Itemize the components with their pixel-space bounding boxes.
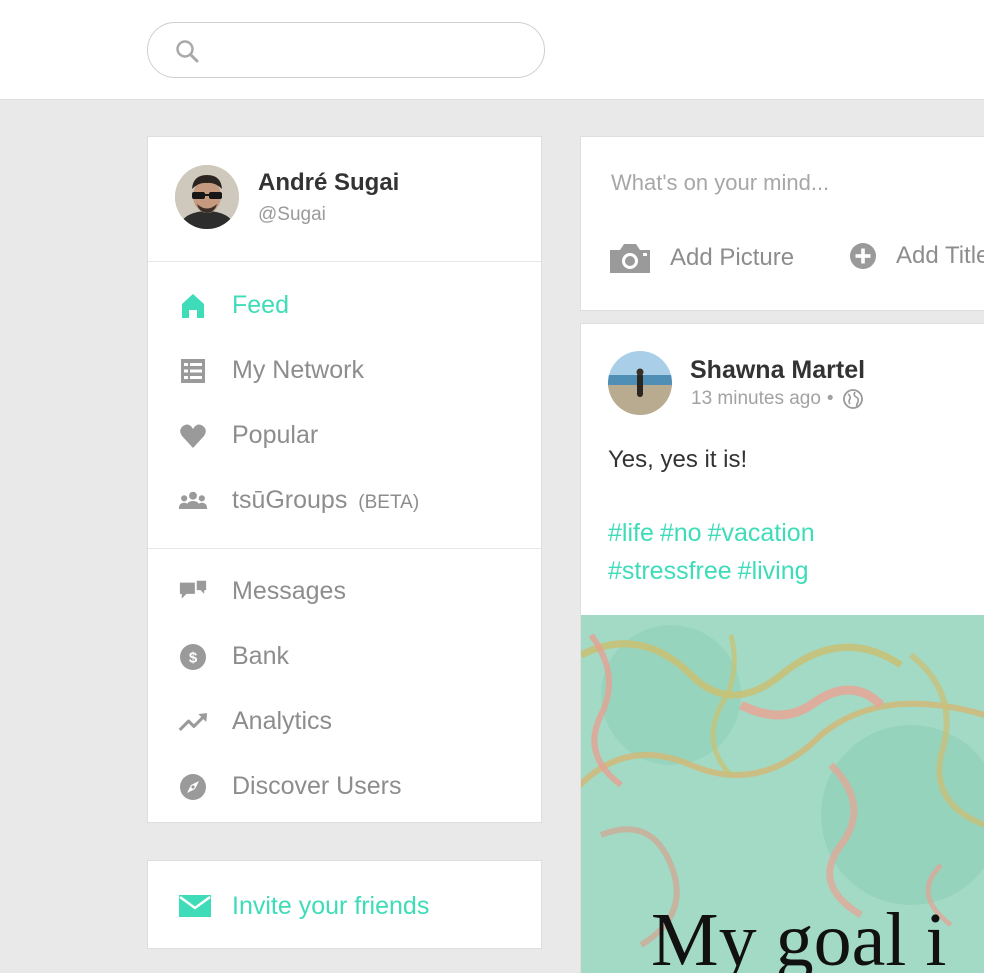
search-icon — [176, 40, 199, 63]
image-caption: My goal i — [651, 898, 947, 973]
envelope-icon — [179, 895, 211, 917]
composer-input[interactable]: What's on your mind... — [611, 170, 829, 196]
hashtag-link[interactable]: #stressfree — [608, 557, 732, 585]
nav-item-label: Analytics — [232, 707, 333, 735]
trend-up-icon — [178, 707, 208, 737]
post-text: Yes, yes it is! — [608, 446, 748, 473]
heart-icon — [178, 421, 208, 451]
svg-text:$: $ — [189, 649, 198, 666]
user-name[interactable]: André Sugai — [258, 169, 399, 197]
author-avatar[interactable] — [608, 351, 672, 415]
nav-item-label: Feed — [232, 291, 289, 319]
nav-item-label: My Network — [232, 356, 364, 384]
nav-item-feed[interactable]: Feed — [148, 273, 541, 338]
nav-item-label-text: tsūGroups — [232, 486, 348, 514]
nav-item-discover-users[interactable]: Discover Users — [148, 754, 541, 819]
invite-friends-button[interactable]: Invite your friends — [147, 860, 542, 949]
secondary-nav: Messages $ Bank Analytics Discover Users — [148, 549, 541, 819]
post-hashtags: #life #no #vacation #stressfree #living — [608, 514, 968, 590]
chat-bubbles-icon — [178, 577, 208, 607]
user-handle: @Sugai — [258, 204, 326, 225]
dollar-coin-icon: $ — [178, 642, 208, 672]
network-list-icon — [178, 356, 208, 386]
post-author[interactable]: Shawna Martel — [690, 356, 865, 385]
post-meta: 13 minutes ago • — [691, 388, 864, 410]
feed-post: Shawna Martel 13 minutes ago • Yes, yes … — [580, 323, 984, 973]
beta-tag: (BETA) — [358, 492, 420, 513]
add-picture-button[interactable]: Add Picture — [608, 241, 794, 275]
nav-item-bank[interactable]: $ Bank — [148, 624, 541, 689]
nav-item-label: tsūGroups (BETA) — [232, 486, 419, 515]
search-input[interactable] — [210, 33, 530, 67]
search-bar[interactable] — [147, 22, 545, 78]
nav-item-label: Messages — [232, 577, 346, 605]
primary-nav: Feed My Network Popular tsūGroups (BETA) — [148, 262, 541, 549]
top-bar — [0, 0, 984, 100]
post-timestamp[interactable]: 13 minutes ago — [691, 388, 821, 410]
invite-label: Invite your friends — [232, 892, 430, 920]
nav-item-tsugroups[interactable]: tsūGroups (BETA) — [148, 468, 541, 533]
camera-icon — [610, 244, 650, 273]
nav-item-label: Bank — [232, 642, 289, 670]
compass-icon — [178, 772, 208, 802]
post-composer: What's on your mind... Add Picture Add T… — [580, 136, 984, 311]
meta-separator: • — [826, 388, 834, 409]
plus-circle-icon — [850, 243, 876, 269]
nav-item-messages[interactable]: Messages — [148, 559, 541, 624]
hashtag-link[interactable]: #living — [738, 557, 809, 585]
home-icon — [178, 291, 208, 321]
nav-item-my-network[interactable]: My Network — [148, 338, 541, 403]
nav-item-label: Popular — [232, 421, 319, 449]
profile-card[interactable]: André Sugai @Sugai — [148, 137, 541, 262]
nav-item-popular[interactable]: Popular — [148, 403, 541, 468]
nav-item-label: Discover Users — [232, 772, 402, 800]
user-avatar[interactable] — [175, 165, 239, 229]
add-picture-label: Add Picture — [670, 244, 795, 271]
sidebar: André Sugai @Sugai Feed My Network Popul… — [147, 136, 542, 823]
globe-icon — [842, 389, 863, 409]
nav-item-analytics[interactable]: Analytics — [148, 689, 541, 754]
hashtag-link[interactable]: #life — [608, 519, 654, 547]
group-icon — [178, 486, 208, 516]
add-title-button[interactable]: Add Title — [848, 241, 984, 271]
post-image[interactable]: My goal i — [581, 615, 984, 973]
hashtag-link[interactable]: #vacation — [708, 519, 815, 547]
add-title-label: Add Title — [896, 242, 984, 269]
hashtag-link[interactable]: #no — [660, 519, 702, 547]
